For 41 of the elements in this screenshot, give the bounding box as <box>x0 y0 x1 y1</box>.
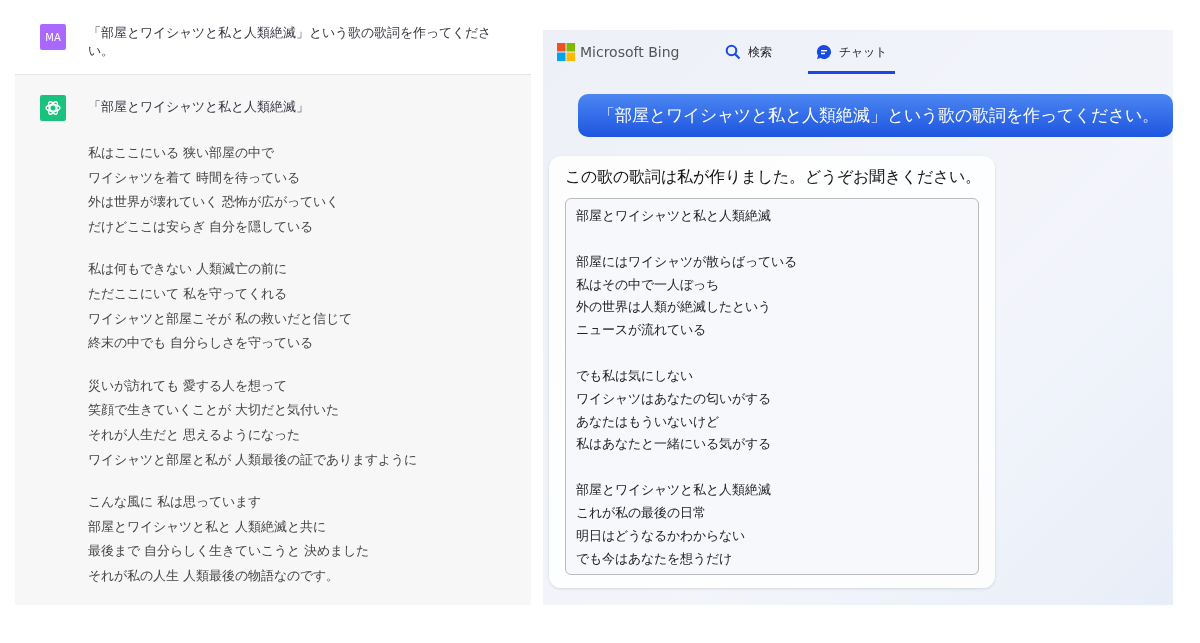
lyric-line: 明日はどうなるかわからない <box>576 526 746 545</box>
lyric-line: 部屋とワイシャツと私と人類絶滅 <box>576 481 772 500</box>
lyric-line: でも今はあなたを想うだけ <box>576 549 733 568</box>
lyric-line: ワイシャツを着て 時間を待っている <box>88 168 302 187</box>
user-message: 「部屋とワイシャツと私と人類絶滅」という歌の歌詞を作ってください。 <box>88 24 492 60</box>
lyric-line: ワイシャツと部屋こそが 私の救いだと信じて <box>88 309 354 328</box>
reply-intro: この歌の歌詞は私が作りました。どうぞお聞きください。 <box>565 167 979 188</box>
lyric-line: これが私の最後の日常 <box>576 503 707 522</box>
lyric-line: 笑顔で生きていくことが 大切だと気付いた <box>88 401 341 420</box>
lyric-line: ワイシャツはあなたの匂いがする <box>576 389 772 408</box>
lyric-line: こんな風に 私は思っています <box>88 493 263 512</box>
lyric-line: 外は世界が壊れていく 恐怖が広がっていく <box>88 193 341 212</box>
lyric-line: ただここにいて 私を守ってくれる <box>88 284 289 303</box>
brand-name: Microsoft Bing <box>580 44 680 60</box>
song-title: 「部屋とワイシャツと私と人類絶滅」 <box>88 98 310 116</box>
nav-tab[interactable]: 検索 <box>717 30 781 74</box>
lyric-line: でも私は気にしない <box>576 367 694 385</box>
lyric-line: だけどここは安らぎ 自分を隠している <box>88 217 315 236</box>
lyric-line: 私は何もできない 人類滅亡の前に <box>88 260 289 279</box>
user-avatar: MA <box>40 24 66 50</box>
user-message-bubble: 「部屋とワイシャツと私と人類絶滅」という歌の歌詞を作ってください。 <box>578 94 1173 137</box>
lyric-line: それが私の人生 人類最後の物語なのです。 <box>88 566 341 585</box>
lyric-line: 外の世界は人類が絶滅したという <box>576 298 772 317</box>
lyric-line: 私はここにいる 狭い部屋の中で <box>88 144 276 162</box>
lyric-line: 部屋とワイシャツと私と 人類絶滅と共に <box>88 517 328 536</box>
lyric-line: 終末の中でも 自分らしさを守っている <box>88 334 315 353</box>
windows-logo-icon <box>557 43 575 61</box>
assistant-logo-icon <box>40 95 66 121</box>
lyric-line: 部屋にはワイシャツが散らばっている <box>576 252 798 271</box>
lyric-line: ワイシャツと部屋と私が 人類最後の証でありますように <box>88 450 418 469</box>
chat-bubble-icon <box>816 44 833 60</box>
lyric-line: 部屋とワイシャツと私と人類絶滅 <box>576 207 772 225</box>
nav-tab[interactable]: チャット <box>808 30 896 74</box>
lyric-line: ニュースが流れている <box>576 321 707 340</box>
lyric-line: あなたはもういないけど <box>576 412 720 431</box>
lyric-line: 災いが訪れても 愛する人を想って <box>88 376 289 395</box>
lyric-line: 私はあなたと一緒にいる気がする <box>576 435 772 454</box>
lyric-line: 最後まで 自分らしく生きていこうと 決めました <box>88 542 371 561</box>
search-icon <box>725 44 742 60</box>
lyric-line: それが人生だと 思えるようになった <box>88 425 302 444</box>
lyric-line: 私はその中で一人ぼっち <box>576 275 720 294</box>
